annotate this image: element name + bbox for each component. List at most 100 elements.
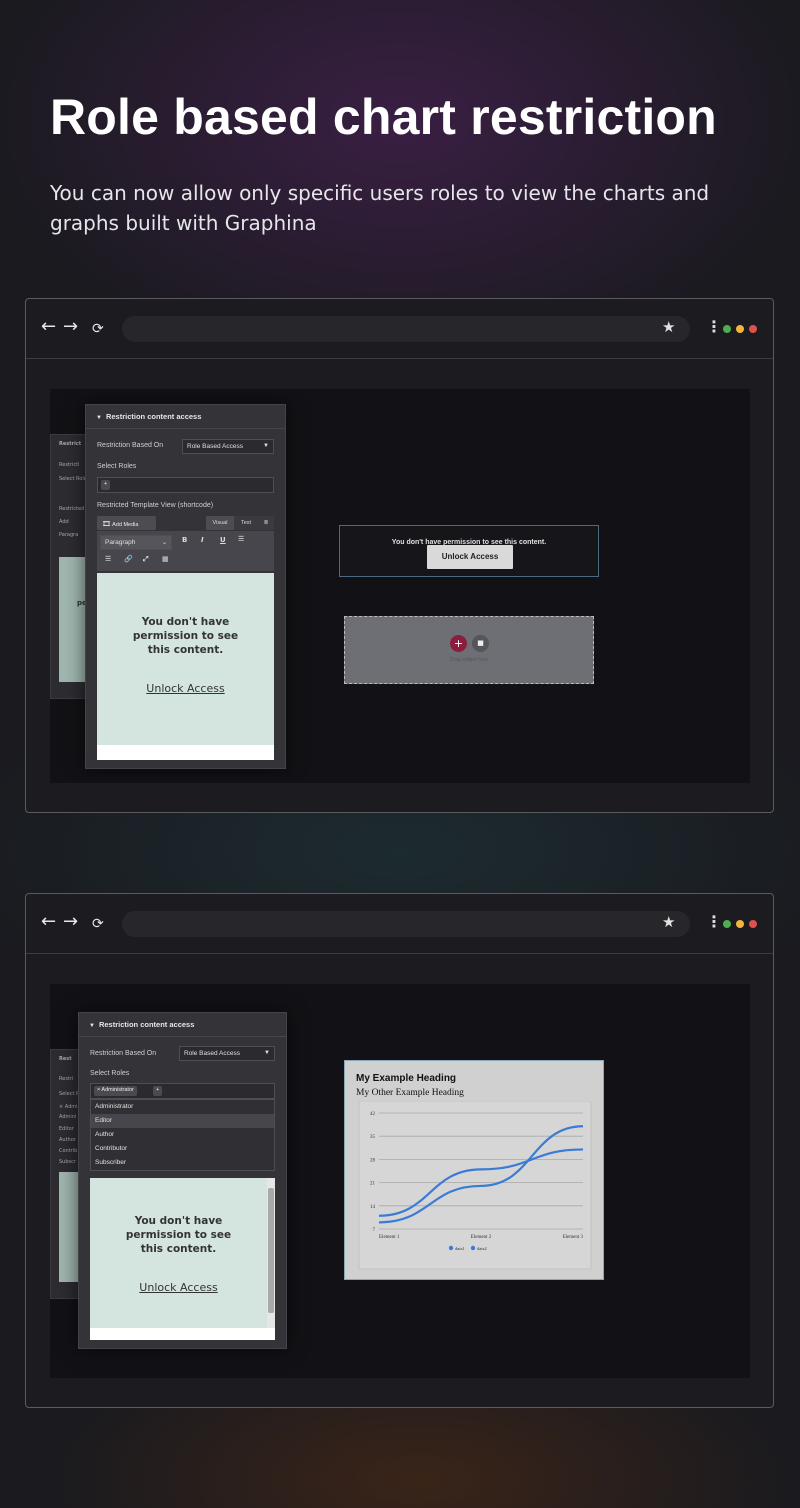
window-dot-green-icon[interactable] [723,920,731,928]
background-panel-text: Paragra [59,532,79,538]
role-tag-administrator[interactable]: × Administrator [94,1086,137,1096]
chart-ytick-label: 28 [370,1158,376,1163]
add-role-button[interactable]: + [101,480,111,490]
role-option-author[interactable]: Author [91,1128,274,1142]
scrollbar[interactable] [267,1178,275,1328]
restriction-select[interactable]: Role Based Access ▼ [179,1046,275,1061]
drop-zone[interactable]: + ■ Drag widget here [344,616,594,684]
chart-legend-label: data1 [455,1246,465,1251]
editor-viewport: Rest Restri Select R × Admi Admini Edito… [50,984,750,1378]
back-arrow-icon[interactable]: ← [41,912,56,932]
menu-icon[interactable]: ⋮ [706,912,722,931]
chart-legend-label: data2 [477,1246,487,1251]
role-option-subscriber[interactable]: Subscriber [91,1156,274,1170]
background-panel-text: Add [59,519,69,525]
window-dot-red-icon[interactable] [749,920,757,928]
chart-ytick-label: 42 [370,1112,376,1117]
caret-down-icon: ▼ [89,1023,95,1029]
restricted-content-preview[interactable]: You don't have permission to see this co… [97,573,274,760]
add-role-button[interactable]: + [153,1086,163,1096]
editor-viewport: Restrict Restricti Select Roles Restrict… [50,389,750,783]
toolbar-toggle-icon[interactable]: ≣ [258,516,274,530]
reload-icon[interactable]: ⟳ [92,914,104,934]
chart-title: My Example Heading [356,1073,457,1084]
role-option-contributor[interactable]: Contributor [91,1142,274,1156]
address-bar[interactable] [122,316,690,342]
chart-subtitle: My Other Example Heading [356,1088,464,1098]
background-panel-text: Contrib [59,1148,78,1154]
add-media-label: Add Media [112,522,139,528]
bold-icon[interactable]: B [182,536,187,544]
unlock-access-link[interactable]: Unlock Access [146,682,224,695]
window-dot-yellow-icon[interactable] [736,325,744,333]
background-panel-heading: Restrict [59,441,82,447]
format-select[interactable]: Paragraph ⌄ [100,535,172,550]
menu-icon[interactable]: ⋮ [706,317,722,336]
tab-visual[interactable]: Visual [206,516,234,530]
roles-field[interactable]: + [97,477,274,493]
window-dot-green-icon[interactable] [723,325,731,333]
unlock-access-link[interactable]: Unlock Access [139,1281,217,1294]
star-icon[interactable]: ★ [662,318,675,336]
add-media-button[interactable]: 🎞 Add Media [97,516,156,530]
restricted-content-preview[interactable]: You don't have permission to see this co… [90,1178,267,1328]
background-panel-text: Editor [59,1126,74,1132]
background-panel: Restrict Restricti Select Roles Restrict… [50,434,89,699]
star-icon[interactable]: ★ [662,913,675,931]
browser-toolbar: ← → ⟳ ★ ⋮ [26,299,773,359]
permission-message: You don't have permission to see this co… [125,1215,232,1255]
chart-ytick-label: 21 [370,1182,376,1187]
panel-header[interactable]: ▼ Restriction content access [86,405,285,429]
unlock-access-button[interactable]: Unlock Access [427,545,513,569]
reload-icon[interactable]: ⟳ [92,319,104,339]
back-arrow-icon[interactable]: ← [41,317,56,337]
restriction-label: Restriction Based On [97,442,164,449]
template-label: Restricted Template View (shortcode) [97,502,214,509]
roles-label: Select Roles [97,463,137,470]
add-section-icon[interactable]: + [450,635,467,652]
panel-title: Restriction content access [105,412,202,421]
background-panel-text: Restricti [59,462,80,468]
tab-text[interactable]: Text [234,516,258,530]
forward-arrow-icon[interactable]: → [63,317,78,337]
numbered-list-icon[interactable]: ☰ [105,555,111,563]
chart-ytick-label: 35 [370,1135,376,1140]
role-option-editor[interactable]: Editor [91,1114,274,1128]
chart-ytick-label: 14 [370,1205,376,1210]
address-bar[interactable] [122,911,690,937]
restriction-notice: You don't have permission to see this co… [339,525,599,577]
restriction-select[interactable]: Role Based Access ▼ [182,439,274,454]
chart-widget: My Example Heading My Other Example Head… [344,1060,604,1280]
chart-xtick-label: Element 2 [471,1235,492,1240]
roles-dropdown: Administrator Editor Author Contributor … [90,1099,275,1171]
fullscreen-icon[interactable]: ⤢ [143,555,149,564]
window-dot-red-icon[interactable] [749,325,757,333]
browser-window-2: ← → ⟳ ★ ⋮ Rest Restri Select R × Admi Ad… [25,893,774,1408]
background-panel-text: Author [59,1137,76,1143]
browser-toolbar: ← → ⟳ ★ ⋮ [26,894,773,954]
background-panel-text: Select R [59,1091,80,1097]
chart-legend-marker [448,1245,454,1251]
underline-icon[interactable]: U [220,536,226,544]
list-icon[interactable]: ☰ [238,535,244,543]
chart-xtick-label: Element 3 [563,1235,584,1240]
editor-footer [90,1328,275,1340]
page-subtitle: You can now allow only specific users ro… [50,181,710,235]
permission-message: You don't have permission to see this co… [132,616,239,656]
background-panel-text: Restri [59,1076,74,1082]
folder-icon[interactable]: ■ [472,635,489,652]
roles-field[interactable]: × Administrator + [90,1083,275,1099]
role-option-administrator[interactable]: Administrator [91,1100,274,1114]
forward-arrow-icon[interactable]: → [63,912,78,932]
browser-window-1: ← → ⟳ ★ ⋮ Restrict Restricti Select Role… [25,298,774,813]
italic-icon[interactable]: I [201,536,204,544]
table-icon[interactable]: ▦ [162,555,169,563]
panel-header[interactable]: ▼ Restriction content access [79,1013,286,1037]
select-caret-icon: ▼ [263,443,269,449]
editor-footer [97,745,274,760]
scrollbar-thumb[interactable] [268,1188,274,1313]
link-icon[interactable]: 🔗 [124,555,133,563]
background-panel-text: Admini [59,1114,77,1120]
panel-title: Restriction content access [98,1020,195,1029]
window-dot-yellow-icon[interactable] [736,920,744,928]
